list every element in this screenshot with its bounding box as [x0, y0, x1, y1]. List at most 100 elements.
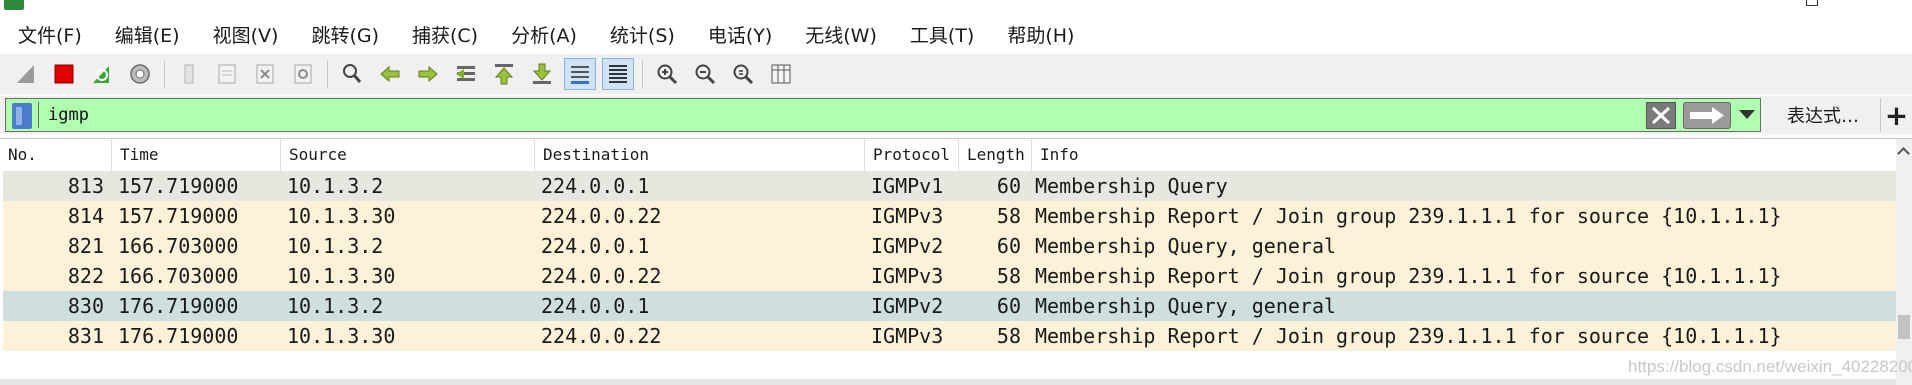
zoom-in-icon: [657, 64, 678, 85]
save-file-icon: [218, 64, 236, 84]
column-header-time[interactable]: Time: [112, 139, 281, 171]
save-file-button[interactable]: [211, 58, 243, 90]
colorize-icon: [609, 65, 627, 83]
maximize-window-icon[interactable]: [1806, 0, 1818, 6]
add-filter-button[interactable]: +: [1880, 98, 1912, 132]
packet-info: Membership Report / Join group 239.1.1.1…: [1035, 264, 1782, 288]
column-header-source[interactable]: Source: [281, 139, 535, 171]
packet-time: 176.719000: [118, 294, 239, 318]
packet-no: 813: [67, 174, 104, 198]
expression-button[interactable]: 表达式…: [1768, 98, 1878, 132]
packet-info: Membership Query, general: [1035, 234, 1337, 258]
go-back-button[interactable]: [374, 58, 406, 90]
menu-tools[interactable]: 工具(T): [900, 15, 984, 54]
shark-fin-start-icon: [17, 65, 34, 83]
find-packet-icon: [343, 64, 362, 83]
menu-bar: 文件(F) 编辑(E) 视图(V) 跳转(G) 捕获(C) 分析(A) 统计(S…: [0, 14, 1912, 54]
packet-row[interactable]: 813 157.719000 10.1.3.2 224.0.0.1 IGMPv1…: [3, 171, 1896, 201]
packet-list: No. Time Source Destination Protocol Len…: [0, 138, 1912, 385]
packet-protocol: IGMPv2: [871, 294, 944, 318]
auto-scroll-icon: [571, 66, 589, 84]
packet-length: 58: [996, 264, 1021, 288]
clear-filter-button[interactable]: [1646, 102, 1676, 129]
packet-no: 831: [67, 324, 104, 348]
zoom-in-button[interactable]: [651, 58, 683, 90]
packet-list-header: No. Time Source Destination Protocol Len…: [0, 139, 1896, 171]
watermark-text: https://blog.csdn.net/weixin_40228200: [1628, 357, 1912, 376]
stop-capture-button[interactable]: [48, 58, 80, 90]
menu-telephony[interactable]: 电话(Y): [698, 15, 782, 54]
packet-row[interactable]: 822 166.703000 10.1.3.30 224.0.0.22 IGMP…: [3, 261, 1896, 291]
capture-options-button[interactable]: [124, 58, 156, 90]
menu-edit[interactable]: 编辑(E): [105, 15, 190, 54]
packet-rows: 813 157.719000 10.1.3.2 224.0.0.1 IGMPv1…: [3, 171, 1896, 351]
packet-time: 166.703000: [118, 234, 239, 258]
packet-length: 58: [996, 324, 1021, 348]
column-header-info[interactable]: Info: [1032, 139, 1896, 171]
packet-length: 60: [996, 174, 1021, 198]
column-header-destination[interactable]: Destination: [535, 139, 865, 171]
packet-info: Membership Query, general: [1035, 294, 1337, 318]
find-packet-button[interactable]: [336, 58, 368, 90]
packet-list-vertical-scrollbar[interactable]: [1896, 139, 1912, 385]
packet-length: 60: [996, 234, 1021, 258]
packet-source: 10.1.3.2: [287, 294, 384, 318]
capture-options-icon: [130, 64, 150, 84]
packet-row[interactable]: 821 166.703000 10.1.3.2 224.0.0.1 IGMPv2…: [3, 231, 1896, 261]
menu-capture[interactable]: 捕获(C): [402, 15, 488, 54]
packet-destination: 224.0.0.22: [541, 264, 662, 288]
auto-scroll-button[interactable]: [564, 58, 596, 90]
apply-filter-button[interactable]: [1683, 102, 1731, 129]
stop-capture-icon: [54, 64, 74, 84]
packet-destination: 224.0.0.22: [541, 324, 662, 348]
packet-protocol: IGMPv1: [871, 174, 944, 198]
menu-analyze[interactable]: 分析(A): [501, 15, 587, 54]
reload-file-button[interactable]: [287, 58, 319, 90]
close-file-button[interactable]: [249, 58, 281, 90]
packet-time: 166.703000: [118, 264, 239, 288]
scroll-up-icon[interactable]: [1897, 147, 1910, 160]
packet-source: 10.1.3.30: [287, 204, 396, 228]
zoom-normal-button[interactable]: [727, 58, 759, 90]
menu-statistics[interactable]: 统计(S): [600, 15, 685, 54]
start-capture-button[interactable]: [10, 58, 42, 90]
menu-help[interactable]: 帮助(H): [997, 15, 1084, 54]
resize-columns-icon: [771, 64, 791, 84]
display-filter-input[interactable]: [48, 103, 1628, 127]
packet-time: 176.719000: [118, 324, 239, 348]
packet-no: 830: [67, 294, 104, 318]
display-filter-box: [5, 98, 1761, 132]
packet-info: Membership Report / Join group 239.1.1.1…: [1035, 324, 1782, 348]
packet-list-horizontal-scrollbar[interactable]: [0, 379, 1896, 385]
packet-destination: 224.0.0.1: [541, 294, 650, 318]
filter-history-dropdown-icon[interactable]: [1739, 110, 1755, 119]
column-header-length[interactable]: Length: [959, 139, 1032, 171]
menu-file[interactable]: 文件(F): [8, 15, 92, 54]
menu-go[interactable]: 跳转(G): [301, 15, 389, 54]
scrollbar-thumb[interactable]: [1898, 315, 1910, 339]
menu-view[interactable]: 视图(V): [203, 15, 289, 54]
zoom-normal-icon: [733, 64, 754, 85]
zoom-out-button[interactable]: [689, 58, 721, 90]
go-forward-button[interactable]: [412, 58, 444, 90]
go-first-packet-button[interactable]: [488, 58, 520, 90]
filter-separator: [38, 102, 39, 128]
packet-row[interactable]: 831 176.719000 10.1.3.30 224.0.0.22 IGMP…: [3, 321, 1896, 351]
packet-source: 10.1.3.2: [287, 174, 384, 198]
filter-bookmark-icon[interactable]: [12, 103, 32, 129]
packet-destination: 224.0.0.1: [541, 174, 650, 198]
column-header-no[interactable]: No.: [0, 139, 112, 171]
reload-file-icon: [294, 64, 312, 84]
column-header-protocol[interactable]: Protocol: [865, 139, 959, 171]
open-file-button[interactable]: [173, 58, 205, 90]
display-filter-bar: 表达式… +: [0, 96, 1912, 134]
go-to-packet-button[interactable]: [450, 58, 482, 90]
packet-source: 10.1.3.30: [287, 264, 396, 288]
packet-row[interactable]: 830 176.719000 10.1.3.2 224.0.0.1 IGMPv2…: [3, 291, 1896, 321]
packet-row[interactable]: 814 157.719000 10.1.3.30 224.0.0.22 IGMP…: [3, 201, 1896, 231]
menu-wireless[interactable]: 无线(W): [795, 15, 887, 54]
go-last-packet-button[interactable]: [526, 58, 558, 90]
resize-columns-button[interactable]: [765, 58, 797, 90]
restart-capture-button[interactable]: [86, 58, 118, 90]
colorize-button[interactable]: [602, 58, 634, 90]
